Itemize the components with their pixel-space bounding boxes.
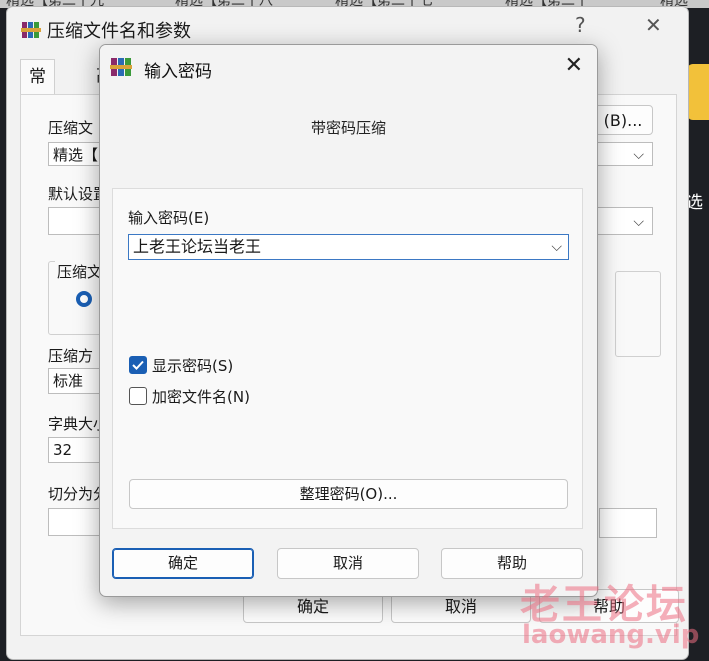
help-title-button[interactable]: ? (575, 13, 586, 37)
chevron-down-icon: ⌵ (633, 214, 644, 230)
dialog-ok-button[interactable]: 确定 (112, 548, 254, 579)
password-value: 上老王论坛当老王 (133, 237, 262, 256)
split-unit-combo[interactable] (599, 508, 657, 538)
archive-name-label: 压缩文 (48, 119, 94, 137)
dialog-cancel-button[interactable]: 取消 (277, 548, 419, 579)
watermark-url: laowang.vip (522, 620, 700, 650)
chevron-down-icon[interactable]: ⌵ (551, 235, 562, 259)
archive-name-value: 精选【 (53, 146, 99, 164)
encrypt-filenames-label[interactable]: 加密文件名(N) (152, 386, 250, 407)
main-title: 压缩文件名和参数 (21, 17, 191, 43)
format-group-label: 压缩文 (55, 261, 105, 282)
winrar-books-icon (110, 58, 132, 76)
dialog-titlebar: 输入密码 ✕ (100, 45, 597, 91)
encrypt-filenames-checkbox[interactable] (129, 387, 147, 405)
browse-button[interactable]: (B)... (593, 105, 653, 135)
options-group (615, 271, 661, 357)
winrar-books-icon (21, 22, 41, 38)
main-close-button[interactable]: ✕ (645, 13, 662, 37)
password-combo[interactable]: 上老王论坛当老王 ⌵ (128, 234, 569, 260)
dialog-title: 输入密码 (144, 62, 212, 82)
tab-general[interactable]: 常规 (20, 59, 55, 121)
organize-passwords-button[interactable]: 整理密码(O)... (129, 479, 568, 509)
show-password-label[interactable]: 显示密码(S) (152, 355, 233, 376)
password-label: 输入密码(E) (128, 209, 210, 227)
method-value: 标准 (53, 372, 84, 390)
dialog-close-button[interactable]: ✕ (565, 53, 583, 78)
format-radio[interactable] (76, 291, 92, 307)
dict-size-value: 32 (53, 441, 73, 459)
chevron-down-icon: ⌵ (633, 147, 644, 163)
password-panel: 输入密码(E) 上老王论坛当老王 ⌵ 显示密码(S) 加密文件名(N) 整理密码… (112, 188, 583, 529)
folder-icon[interactable] (687, 64, 709, 120)
check-icon (132, 360, 144, 370)
dialog-header: 带密码压缩 (310, 119, 386, 137)
password-dialog: 输入密码 ✕ 带密码压缩 输入密码(E) 上老王论坛当老王 ⌵ 显示密码(S) … (99, 44, 598, 597)
method-label: 压缩方 (48, 347, 94, 365)
show-password-checkbox[interactable] (129, 356, 147, 374)
main-title-text: 压缩文件名和参数 (47, 21, 191, 42)
